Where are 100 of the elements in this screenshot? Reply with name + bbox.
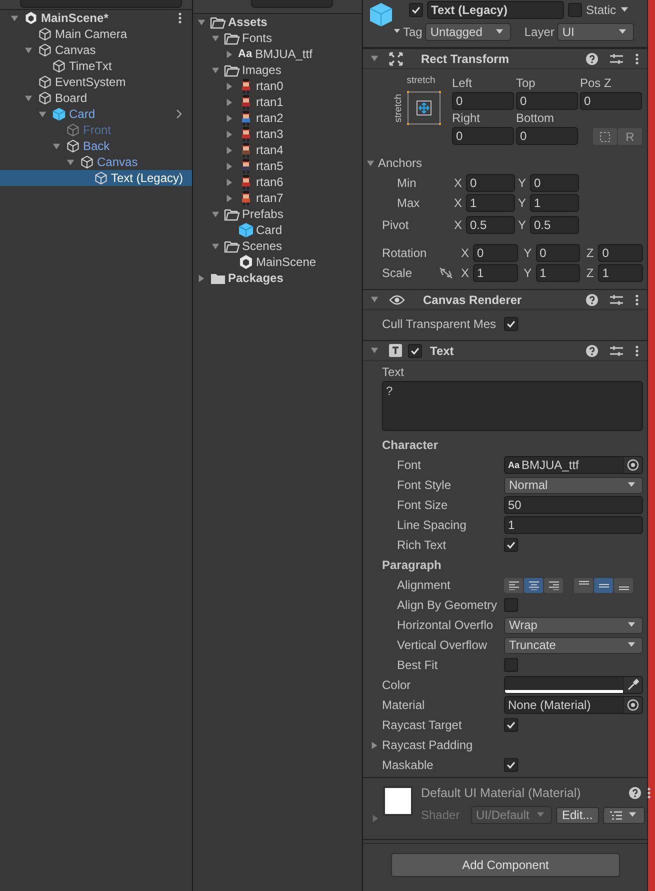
hierarchy-item[interactable]: Back xyxy=(0,138,192,154)
number-field[interactable]: 0 xyxy=(472,244,518,262)
number-field[interactable]: 0.5 xyxy=(466,216,515,234)
project-item[interactable]: Scenes xyxy=(193,238,362,254)
tag-dropdown[interactable]: Untagged xyxy=(425,23,512,41)
help-icon[interactable] xyxy=(586,344,598,356)
number-field[interactable]: 0.5 xyxy=(530,216,579,234)
disclosure-arrow-icon[interactable] xyxy=(225,194,234,202)
hierarchy-item[interactable]: Canvas xyxy=(0,154,192,170)
project-item[interactable]: MainScene xyxy=(193,254,362,270)
chevron-icon[interactable] xyxy=(176,109,182,119)
hierarchy-item[interactable]: MainScene* xyxy=(0,10,192,26)
hierarchy-item[interactable]: Board xyxy=(0,90,192,106)
disclosure-arrow-icon[interactable] xyxy=(225,50,234,58)
project-item[interactable]: rtan4 xyxy=(193,142,362,158)
checkbox[interactable] xyxy=(504,317,518,331)
checkbox[interactable] xyxy=(504,658,518,672)
object-field[interactable]: None (Material) xyxy=(504,696,643,714)
number-field[interactable]: 0 xyxy=(536,244,580,262)
add-component-button[interactable]: Add Component xyxy=(391,853,620,877)
more-icon[interactable] xyxy=(635,344,639,356)
disclosure-arrow-icon[interactable] xyxy=(211,34,220,42)
settings-icon[interactable] xyxy=(610,294,623,306)
name-field[interactable]: Text (Legacy) xyxy=(427,1,564,19)
disclosure-arrow-icon[interactable] xyxy=(225,82,234,90)
checkbox[interactable] xyxy=(504,598,518,612)
number-field[interactable]: 1 xyxy=(536,264,580,282)
disclosure-arrow-icon[interactable] xyxy=(24,46,33,54)
hierarchy-item[interactable]: TimeTxt xyxy=(0,58,192,74)
project-item[interactable]: rtan2 xyxy=(193,110,362,126)
dropdown[interactable]: Truncate xyxy=(504,636,643,654)
number-field[interactable]: 1 xyxy=(530,194,579,212)
align-button[interactable] xyxy=(504,578,523,592)
align-button[interactable] xyxy=(544,578,563,592)
number-field[interactable]: 1 xyxy=(466,194,515,212)
project-item[interactable]: Assets xyxy=(193,14,362,30)
disclosure-arrow-icon[interactable] xyxy=(225,162,234,170)
target-icon[interactable] xyxy=(627,699,639,711)
disclosure-arrow-icon[interactable] xyxy=(225,114,234,122)
object-field[interactable]: Aa BMJUA_ttf xyxy=(504,456,643,474)
hierarchy-item[interactable]: Canvas xyxy=(0,42,192,58)
disclosure-arrow-icon[interactable] xyxy=(197,274,206,282)
more-icon[interactable] xyxy=(635,52,639,64)
number-field[interactable]: 0 xyxy=(598,244,644,262)
disclosure-arrow-icon[interactable] xyxy=(366,158,375,168)
help-icon[interactable] xyxy=(586,52,598,64)
number-field[interactable]: 50 xyxy=(504,496,643,514)
number-field[interactable]: 1 xyxy=(598,264,644,282)
color-field[interactable] xyxy=(504,676,643,694)
component-header[interactable]: Text xyxy=(363,340,647,361)
align-button[interactable] xyxy=(594,578,613,592)
more-icon[interactable] xyxy=(647,787,651,799)
static-checkbox[interactable] xyxy=(568,3,582,17)
dropdown[interactable]: Normal xyxy=(504,476,643,494)
checkbox[interactable] xyxy=(504,718,518,732)
list-menu-button[interactable] xyxy=(602,806,645,824)
number-field[interactable]: 0 xyxy=(452,127,514,145)
disclosure-arrow-icon[interactable] xyxy=(225,130,234,138)
project-item[interactable]: rtan7 xyxy=(193,190,362,206)
help-icon[interactable] xyxy=(586,294,598,306)
disclosure-arrow-icon[interactable] xyxy=(225,178,234,186)
hierarchy-item[interactable]: EventSystem xyxy=(0,74,192,90)
number-field[interactable]: 0 xyxy=(452,92,514,110)
target-icon[interactable] xyxy=(627,459,639,471)
project-item[interactable]: rtan5 xyxy=(193,158,362,174)
number-field[interactable]: 0 xyxy=(516,127,578,145)
disclosure-arrow-icon[interactable] xyxy=(370,295,379,304)
settings-icon[interactable] xyxy=(610,344,623,356)
checkbox[interactable] xyxy=(504,538,518,552)
enabled-checkbox[interactable] xyxy=(408,344,422,358)
project-item[interactable]: Fonts xyxy=(193,30,362,46)
edit-button[interactable]: Edit... xyxy=(556,806,599,824)
disclosure-arrow-icon[interactable] xyxy=(38,110,47,118)
project-item[interactable]: Images xyxy=(193,62,362,78)
disclosure-arrow-icon[interactable] xyxy=(24,94,33,102)
help-icon[interactable] xyxy=(629,787,641,799)
project-item[interactable]: Prefabs xyxy=(193,206,362,222)
blueprint-mode-button[interactable] xyxy=(593,128,617,145)
disclosure-arrow-icon[interactable] xyxy=(370,740,379,750)
number-field[interactable]: 0 xyxy=(466,174,515,192)
project-item[interactable]: Card xyxy=(193,222,362,238)
settings-icon[interactable] xyxy=(610,52,623,64)
component-header[interactable]: Rect Transform xyxy=(363,48,647,69)
align-button[interactable] xyxy=(574,578,593,592)
project-item[interactable]: rtan6 xyxy=(193,174,362,190)
disclosure-arrow-icon[interactable] xyxy=(370,346,379,355)
checkbox[interactable] xyxy=(504,758,518,772)
dropdown[interactable]: Wrap xyxy=(504,616,643,634)
align-button[interactable] xyxy=(524,578,543,592)
eyedropper-icon[interactable] xyxy=(627,679,639,691)
active-checkbox[interactable] xyxy=(409,3,423,17)
project-item[interactable]: rtan1 xyxy=(193,94,362,110)
align-button[interactable] xyxy=(614,578,633,592)
project-item[interactable]: Packages xyxy=(193,270,362,286)
disclosure-arrow-icon[interactable] xyxy=(211,210,220,218)
link-icon[interactable] xyxy=(439,267,453,279)
more-icon[interactable] xyxy=(178,12,182,24)
disclosure-arrow-icon[interactable] xyxy=(52,142,61,150)
project-item[interactable]: rtan3 xyxy=(193,126,362,142)
disclosure-arrow-icon[interactable] xyxy=(211,242,220,250)
